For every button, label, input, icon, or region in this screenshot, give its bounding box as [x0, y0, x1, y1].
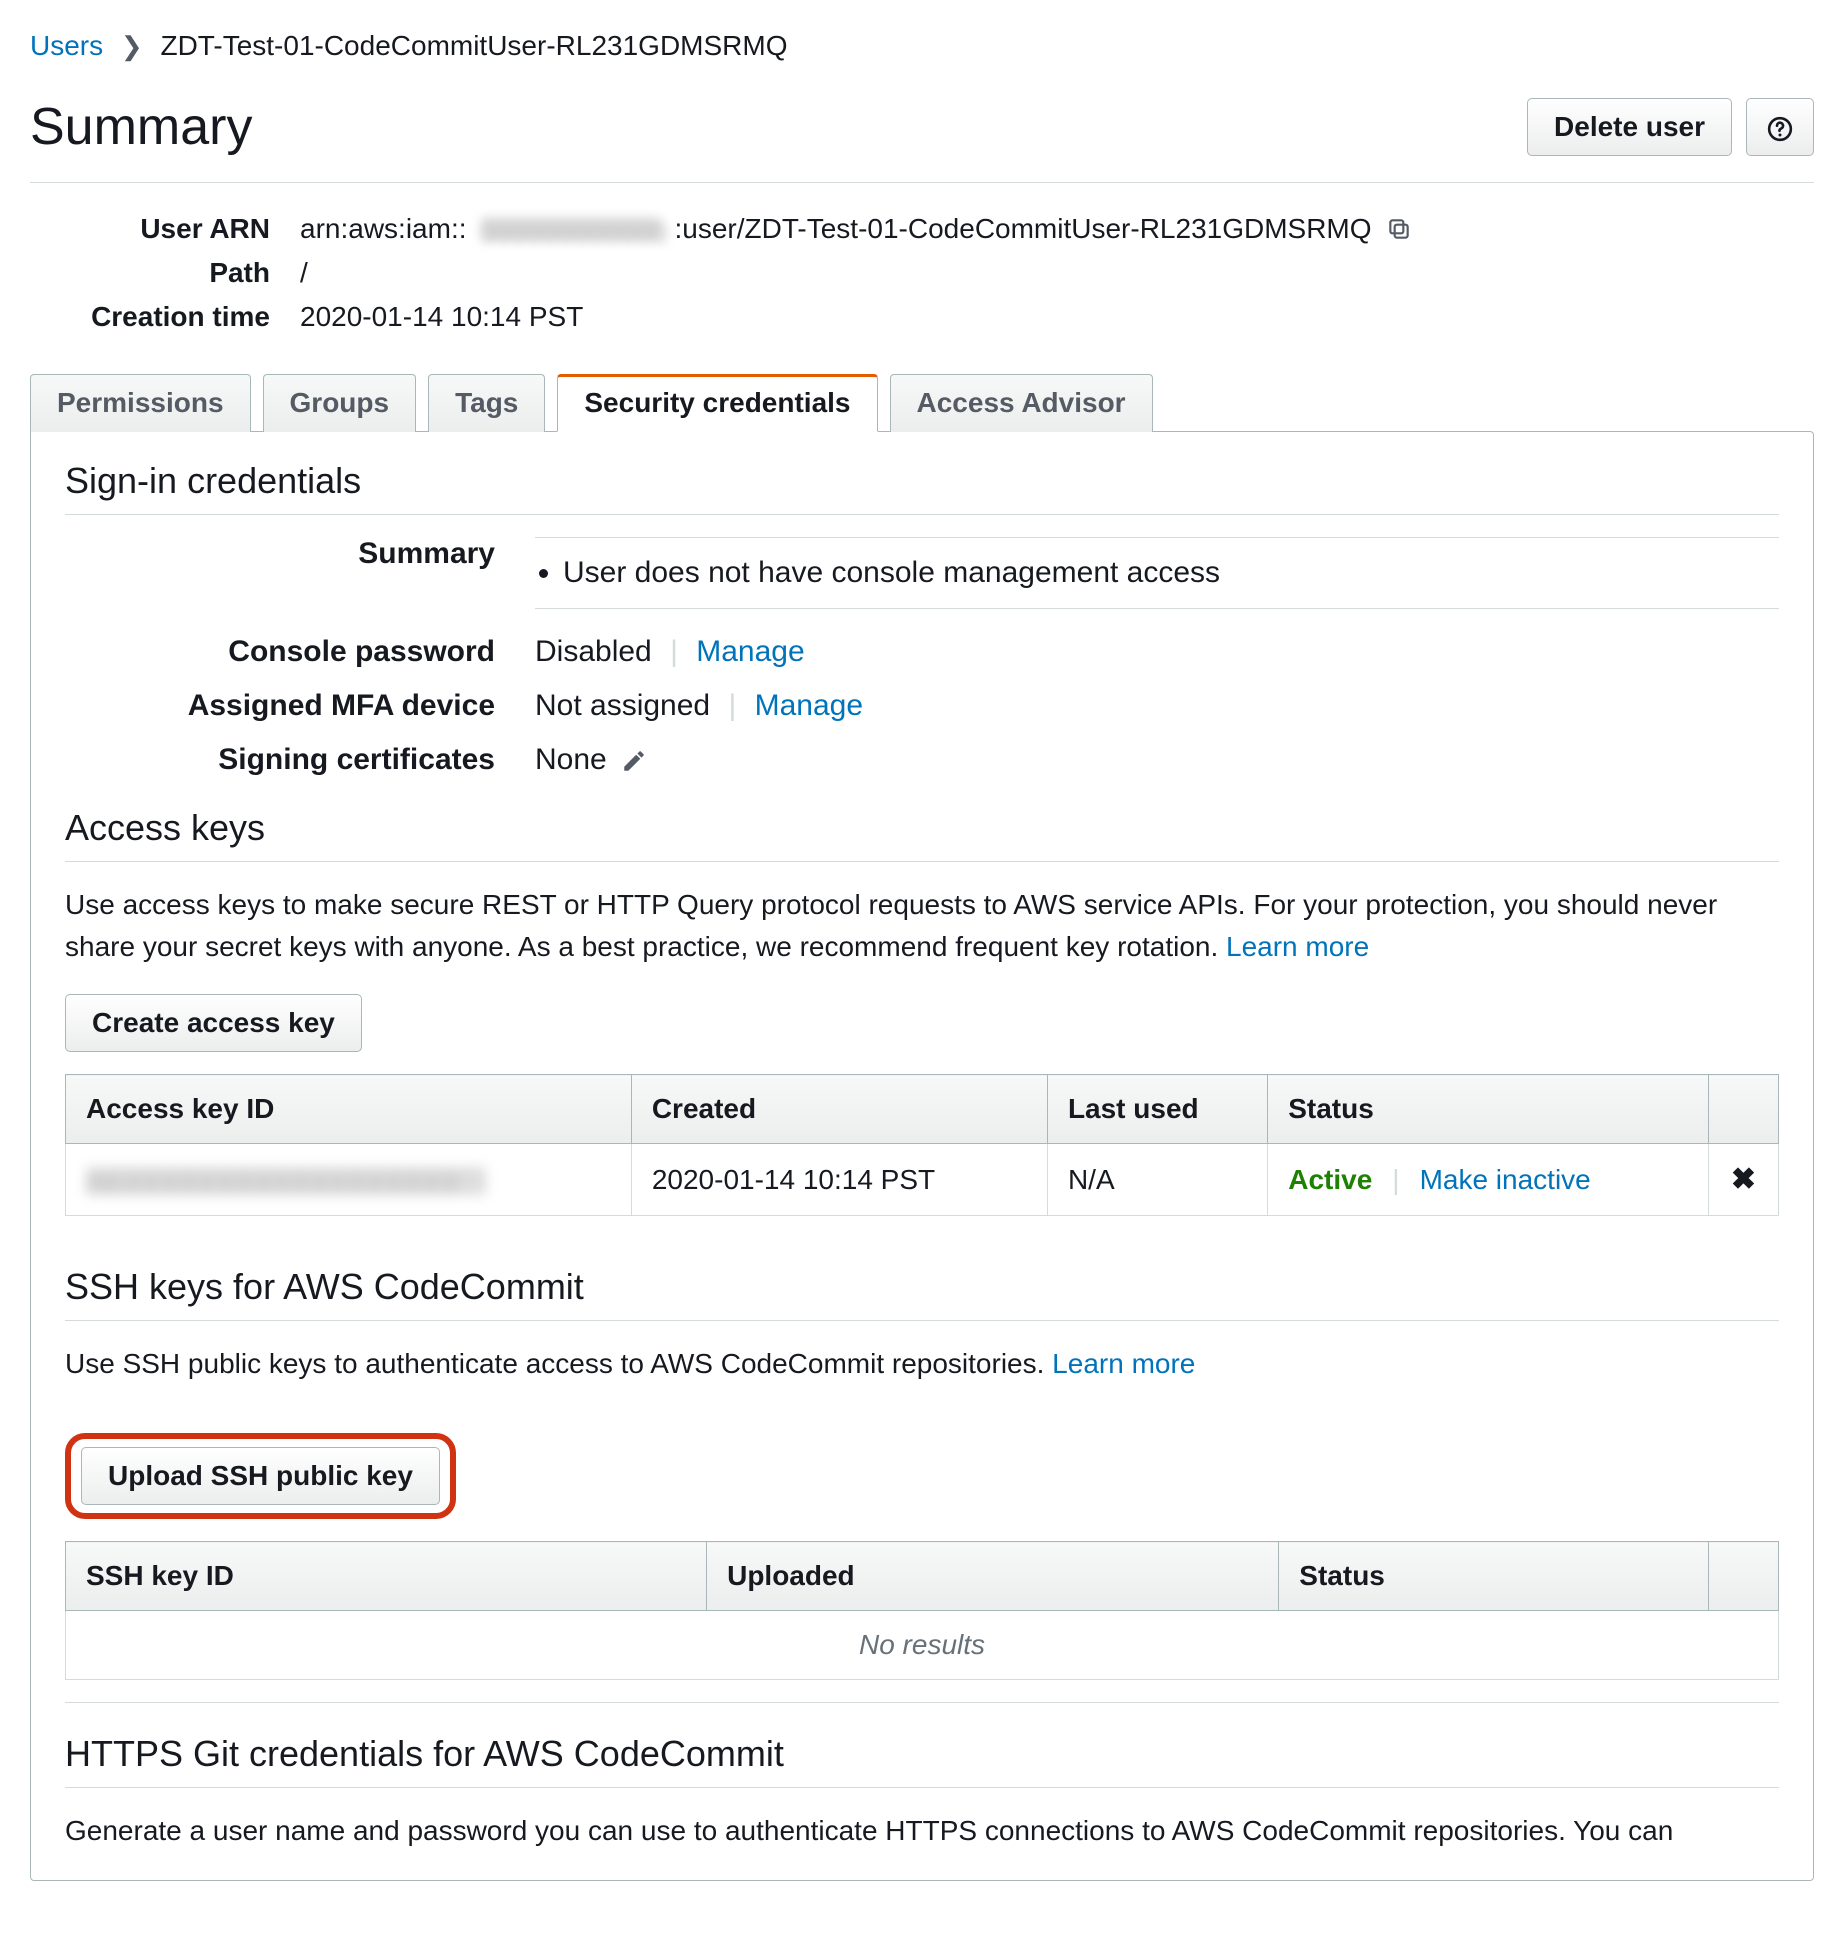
- https-git-section-title: HTTPS Git credentials for AWS CodeCommit: [65, 1733, 1779, 1775]
- creation-time-value: 2020-01-14 10:14 PST: [300, 301, 583, 333]
- https-git-desc: Generate a user name and password you ca…: [65, 1810, 1779, 1852]
- signin-summary-value: User does not have console management ac…: [563, 556, 1779, 590]
- delete-key-icon[interactable]: ✖: [1731, 1163, 1756, 1196]
- signin-section-title: Sign-in credentials: [65, 460, 1779, 502]
- ssh-desc: Use SSH public keys to authenticate acce…: [65, 1343, 1779, 1385]
- pencil-icon[interactable]: [621, 748, 647, 774]
- signin-summary-label: Summary: [65, 537, 535, 571]
- mfa-value: Not assigned: [535, 689, 710, 722]
- console-password-label: Console password: [65, 635, 535, 669]
- access-keys-table: Access key ID Created Last used Status A…: [65, 1074, 1779, 1216]
- cell-created: 2020-01-14 10:14 PST: [631, 1144, 1047, 1216]
- ssh-section-title: SSH keys for AWS CodeCommit: [65, 1266, 1779, 1308]
- tabs: Permissions Groups Tags Security credent…: [30, 373, 1814, 431]
- help-button[interactable]: [1746, 98, 1814, 156]
- redacted-key-id: AKXXXXXXXXXXXXXXXXXX: [86, 1167, 486, 1195]
- signing-cert-label: Signing certificates: [65, 743, 535, 777]
- help-icon: [1767, 116, 1793, 142]
- security-credentials-panel: Sign-in credentials Summary User does no…: [30, 431, 1814, 1881]
- redacted-account: 000000000000: [481, 217, 661, 241]
- console-password-value: Disabled: [535, 635, 652, 668]
- breadcrumb-root-link[interactable]: Users: [30, 30, 103, 61]
- breadcrumb-current: ZDT-Test-01-CodeCommitUser-RL231GDMSRMQ: [160, 30, 787, 61]
- access-keys-learn-more-link[interactable]: Learn more: [1226, 931, 1369, 962]
- chevron-right-icon: ❯: [121, 31, 143, 61]
- ssh-keys-table: SSH key ID Uploaded Status No results: [65, 1541, 1779, 1680]
- copy-icon[interactable]: [1386, 216, 1412, 242]
- cell-last-used: N/A: [1047, 1144, 1267, 1216]
- no-results: No results: [66, 1611, 1779, 1680]
- upload-ssh-key-button[interactable]: Upload SSH public key: [81, 1447, 440, 1505]
- access-key-row: AKXXXXXXXXXXXXXXXXXX 2020-01-14 10:14 PS…: [66, 1144, 1779, 1216]
- col-last-used: Last used: [1047, 1075, 1267, 1144]
- path-label: Path: [30, 257, 300, 289]
- col-created: Created: [631, 1075, 1047, 1144]
- col-ssh-status: Status: [1279, 1542, 1709, 1611]
- col-status: Status: [1268, 1075, 1709, 1144]
- tab-permissions[interactable]: Permissions: [30, 374, 251, 432]
- create-access-key-button[interactable]: Create access key: [65, 994, 362, 1052]
- manage-mfa-link[interactable]: Manage: [755, 689, 863, 722]
- tab-security-credentials[interactable]: Security credentials: [557, 374, 877, 432]
- page-title: Summary: [30, 97, 252, 157]
- col-access-key-id: Access key ID: [66, 1075, 632, 1144]
- user-arn-label: User ARN: [30, 213, 300, 245]
- mfa-label: Assigned MFA device: [65, 689, 535, 723]
- manage-console-password-link[interactable]: Manage: [696, 635, 804, 668]
- signing-cert-value: None: [535, 743, 607, 776]
- status-badge: Active: [1288, 1164, 1372, 1196]
- ssh-learn-more-link[interactable]: Learn more: [1052, 1348, 1195, 1379]
- make-inactive-link[interactable]: Make inactive: [1420, 1164, 1591, 1196]
- highlight-box: Upload SSH public key: [65, 1433, 456, 1519]
- col-ssh-key-id: SSH key ID: [66, 1542, 707, 1611]
- user-arn-value: arn:aws:iam::000000000000:user/ZDT-Test-…: [300, 213, 1412, 245]
- access-keys-desc: Use access keys to make secure REST or H…: [65, 884, 1779, 968]
- breadcrumb: Users ❯ ZDT-Test-01-CodeCommitUser-RL231…: [30, 30, 1814, 62]
- access-keys-section-title: Access keys: [65, 807, 1779, 849]
- delete-user-button[interactable]: Delete user: [1527, 98, 1732, 156]
- tab-access-advisor[interactable]: Access Advisor: [890, 374, 1153, 432]
- col-uploaded: Uploaded: [707, 1542, 1279, 1611]
- path-value: /: [300, 257, 308, 289]
- tab-tags[interactable]: Tags: [428, 374, 545, 432]
- tab-groups[interactable]: Groups: [263, 374, 417, 432]
- creation-time-label: Creation time: [30, 301, 300, 333]
